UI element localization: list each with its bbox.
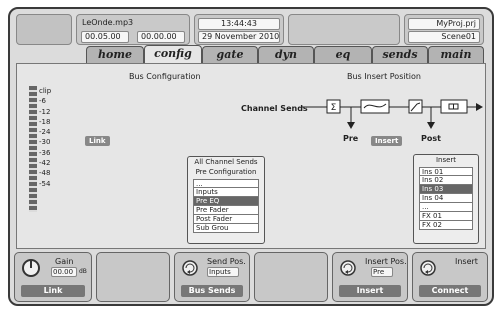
insert-option[interactable]: Ins 04 bbox=[419, 194, 473, 203]
tab-main[interactable]: main bbox=[428, 46, 484, 63]
insert-list-title: Insert bbox=[435, 156, 457, 164]
tab-gate[interactable]: gate bbox=[202, 46, 258, 63]
meter-label: -36 bbox=[39, 148, 51, 157]
pre-label: Pre bbox=[343, 134, 359, 143]
insert-badge[interactable]: Insert bbox=[371, 136, 403, 146]
meter-label: -30 bbox=[39, 138, 51, 147]
rotate-knob-icon[interactable] bbox=[339, 259, 357, 277]
clock-date: 29 November 2010 bbox=[198, 31, 280, 43]
tab-eq[interactable]: eq bbox=[314, 46, 372, 63]
insert-option[interactable]: Ins 02 bbox=[419, 176, 473, 185]
mixer-screen: LeOnde.mp3 00.05.00 00.00.00 13:44:43 29… bbox=[8, 7, 494, 306]
send-option[interactable]: ... bbox=[193, 179, 259, 188]
insert-option[interactable]: FX 01 bbox=[419, 212, 473, 221]
insert-pos-label: Insert Pos. bbox=[365, 257, 407, 266]
insert-option[interactable]: Ins 01 bbox=[419, 167, 473, 176]
meter-scale: clip -6 -12 -18 -24 -30 -36 -42 -48 -54 bbox=[39, 86, 51, 189]
gain-unit: dB bbox=[79, 268, 87, 275]
link-badge[interactable]: Link bbox=[85, 136, 110, 146]
project-panel: MyProj.prj Scene01 bbox=[404, 14, 484, 45]
meter-bar bbox=[29, 86, 37, 212]
send-option[interactable]: Sub Grou bbox=[193, 224, 259, 233]
header-logo-box bbox=[16, 14, 72, 45]
clock-panel: 13:44:43 29 November 2010 bbox=[194, 14, 284, 45]
insert-option-selected[interactable]: Ins 03 bbox=[419, 185, 473, 194]
post-label: Post bbox=[421, 134, 441, 143]
channel-sends-label: Channel Sends bbox=[241, 104, 308, 113]
send-pos-control[interactable]: Send Pos. Inputs Bus Sends bbox=[174, 252, 250, 302]
status-panel bbox=[288, 14, 400, 45]
bus-insert-title: Bus Insert Position bbox=[347, 72, 421, 81]
tab-config[interactable]: config bbox=[144, 45, 202, 63]
send-option[interactable]: Inputs bbox=[193, 188, 259, 197]
gain-control[interactable]: Gain 00.00 dB Link bbox=[14, 252, 92, 302]
song-panel: LeOnde.mp3 00.05.00 00.00.00 bbox=[76, 14, 190, 45]
insert-connect-control[interactable]: Insert Connect bbox=[412, 252, 488, 302]
insert-button[interactable]: Insert bbox=[339, 285, 401, 297]
clock-time: 13:44:43 bbox=[198, 18, 280, 30]
send-list-title-1: All Channel Sends bbox=[194, 158, 258, 166]
meter-label: -48 bbox=[39, 169, 51, 178]
level-meter: clip -6 -12 -18 -24 -30 -36 -42 -48 -54 bbox=[29, 86, 57, 212]
meter-label: -6 bbox=[39, 97, 46, 106]
insert-pos-control[interactable]: Insert Pos. Pre Insert bbox=[332, 252, 408, 302]
song-position: 00.05.00 bbox=[81, 31, 129, 43]
meter-label: -18 bbox=[39, 117, 51, 126]
send-pos-value[interactable]: Inputs bbox=[207, 267, 239, 277]
footer-empty-2 bbox=[254, 252, 328, 302]
song-name: LeOnde.mp3 bbox=[82, 18, 134, 27]
connect-button[interactable]: Connect bbox=[419, 285, 481, 297]
rotate-knob-icon[interactable] bbox=[419, 259, 437, 277]
scene-name: Scene01 bbox=[408, 31, 480, 43]
send-pos-label: Send Pos. bbox=[207, 257, 246, 266]
config-panel: Bus Configuration Bus Insert Position cl… bbox=[16, 63, 486, 249]
send-list-title-2: Pre Configuration bbox=[195, 168, 257, 176]
tab-sends[interactable]: sends bbox=[372, 46, 428, 63]
tab-home[interactable]: home bbox=[86, 46, 144, 63]
meter-label: -12 bbox=[39, 107, 51, 116]
project-name: MyProj.prj bbox=[408, 18, 480, 30]
gain-value[interactable]: 00.00 bbox=[51, 267, 77, 277]
knob-pointer-icon bbox=[30, 261, 32, 268]
svg-text:Σ: Σ bbox=[331, 103, 337, 113]
send-option-selected[interactable]: Pre EQ bbox=[193, 197, 259, 206]
insert-option[interactable]: ... bbox=[419, 203, 473, 212]
insert-connect-label: Insert bbox=[455, 257, 478, 266]
song-length: 00.00.00 bbox=[137, 31, 185, 43]
link-button[interactable]: Link bbox=[21, 285, 85, 297]
gain-label: Gain bbox=[55, 257, 74, 266]
insert-option[interactable]: FX 02 bbox=[419, 221, 473, 230]
meter-label: -24 bbox=[39, 128, 51, 137]
tab-dyn[interactable]: dyn bbox=[258, 46, 314, 63]
send-option[interactable]: Pre Fader bbox=[193, 206, 259, 215]
send-option[interactable]: Post Fader bbox=[193, 215, 259, 224]
meter-label: -42 bbox=[39, 159, 51, 168]
send-config-list: All Channel Sends Pre Configuration ... … bbox=[187, 156, 265, 244]
meter-label: clip bbox=[39, 87, 52, 95]
insert-pos-value[interactable]: Pre bbox=[371, 267, 393, 277]
rotate-knob-icon[interactable] bbox=[181, 259, 199, 277]
footer-empty-1 bbox=[96, 252, 170, 302]
bus-sends-button[interactable]: Bus Sends bbox=[181, 285, 243, 297]
meter-label: -54 bbox=[39, 179, 51, 188]
bus-config-title: Bus Configuration bbox=[129, 72, 201, 81]
insert-list: Insert Ins 01 Ins 02 Ins 03 Ins 04 ... F… bbox=[413, 154, 479, 244]
